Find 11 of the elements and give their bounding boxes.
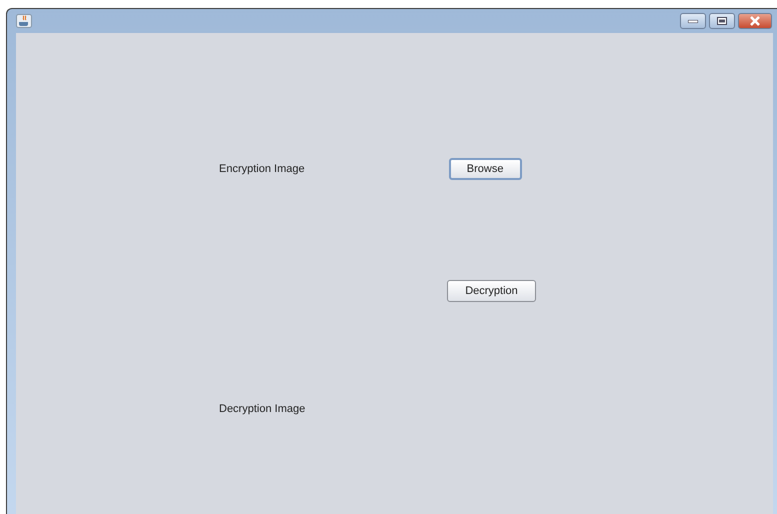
browse-button[interactable]: Browse (448, 158, 522, 180)
encryption-image-label: Encryption Image (219, 163, 305, 175)
decryption-image-label: Decryption Image (219, 403, 306, 415)
maximize-icon (717, 17, 727, 25)
maximize-button[interactable] (709, 13, 735, 29)
decryption-button[interactable]: Decryption (447, 280, 536, 302)
minimize-icon (688, 20, 698, 22)
close-button[interactable] (738, 13, 772, 29)
coffee-cup-icon[interactable] (16, 14, 32, 28)
minimize-button[interactable] (680, 13, 706, 29)
close-icon (749, 16, 761, 26)
